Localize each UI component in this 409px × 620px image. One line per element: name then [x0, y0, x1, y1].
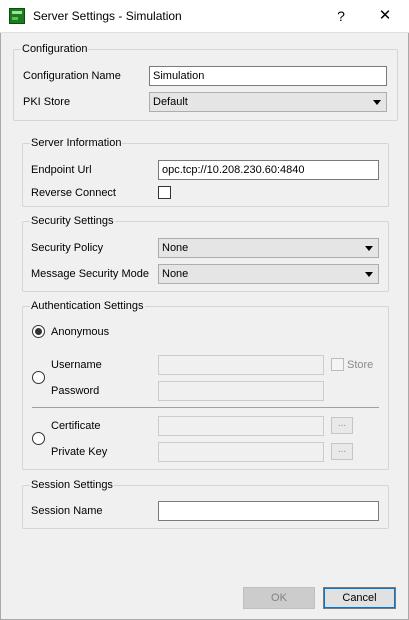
anonymous-label: Anonymous [51, 326, 110, 338]
endpoint-url-label: Endpoint Url [31, 164, 92, 176]
configuration-name-label: Configuration Name [23, 70, 121, 82]
radio-selected-dot [35, 328, 42, 335]
endpoint-url-input[interactable]: opc.tcp://10.208.230.60:4840 [158, 160, 379, 180]
pki-store-value: Default [153, 96, 188, 108]
configuration-name-input[interactable]: Simulation [149, 66, 387, 86]
reverse-connect-checkbox[interactable] [158, 186, 171, 199]
password-label: Password [51, 385, 100, 397]
certificate-browse-button[interactable]: ... [331, 417, 353, 434]
security-policy-label: Security Policy [31, 242, 104, 254]
help-button[interactable]: ? [327, 4, 355, 28]
private-key-label: Private Key [51, 446, 108, 458]
reverse-connect-label: Reverse Connect [31, 187, 116, 199]
store-checkbox[interactable] [331, 358, 344, 371]
username-label: Username [51, 359, 102, 371]
message-security-mode-label: Message Security Mode [31, 268, 149, 280]
security-policy-select[interactable]: None [158, 238, 379, 258]
certificate-label: Certificate [51, 420, 101, 432]
session-name-label: Session Name [31, 505, 103, 517]
chevron-down-icon [365, 272, 373, 277]
session-settings-group-title: Session Settings [30, 478, 114, 492]
private-key-input[interactable] [158, 442, 324, 462]
title-bar: Server Settings - Simulation ? ✕ [0, 0, 409, 33]
certificate-radio[interactable] [32, 432, 45, 445]
message-security-mode-select[interactable]: None [158, 264, 379, 284]
authentication-divider [32, 407, 379, 408]
security-policy-value: None [162, 242, 189, 254]
pki-store-label: PKI Store [23, 96, 71, 108]
server-information-group-title: Server Information [30, 136, 123, 150]
pki-store-select[interactable]: Default [149, 92, 387, 112]
ok-button[interactable]: OK [243, 587, 315, 609]
username-input[interactable] [158, 355, 324, 375]
chevron-down-icon [365, 246, 373, 251]
configuration-group-title: Configuration [21, 42, 89, 56]
app-icon [9, 8, 25, 24]
private-key-browse-button[interactable]: ... [331, 443, 353, 460]
store-label: Store [347, 359, 374, 371]
authentication-settings-group-title: Authentication Settings [30, 299, 145, 313]
window-title: Server Settings - Simulation [33, 9, 182, 23]
cancel-button[interactable]: Cancel [323, 587, 396, 609]
close-button[interactable]: ✕ [368, 4, 402, 28]
session-name-input[interactable] [158, 501, 379, 521]
message-security-mode-value: None [162, 268, 189, 280]
security-settings-group-title: Security Settings [30, 214, 115, 228]
certificate-input[interactable] [158, 416, 324, 436]
username-radio[interactable] [32, 371, 45, 384]
password-input[interactable] [158, 381, 324, 401]
anonymous-radio[interactable] [32, 325, 45, 338]
chevron-down-icon [373, 100, 381, 105]
